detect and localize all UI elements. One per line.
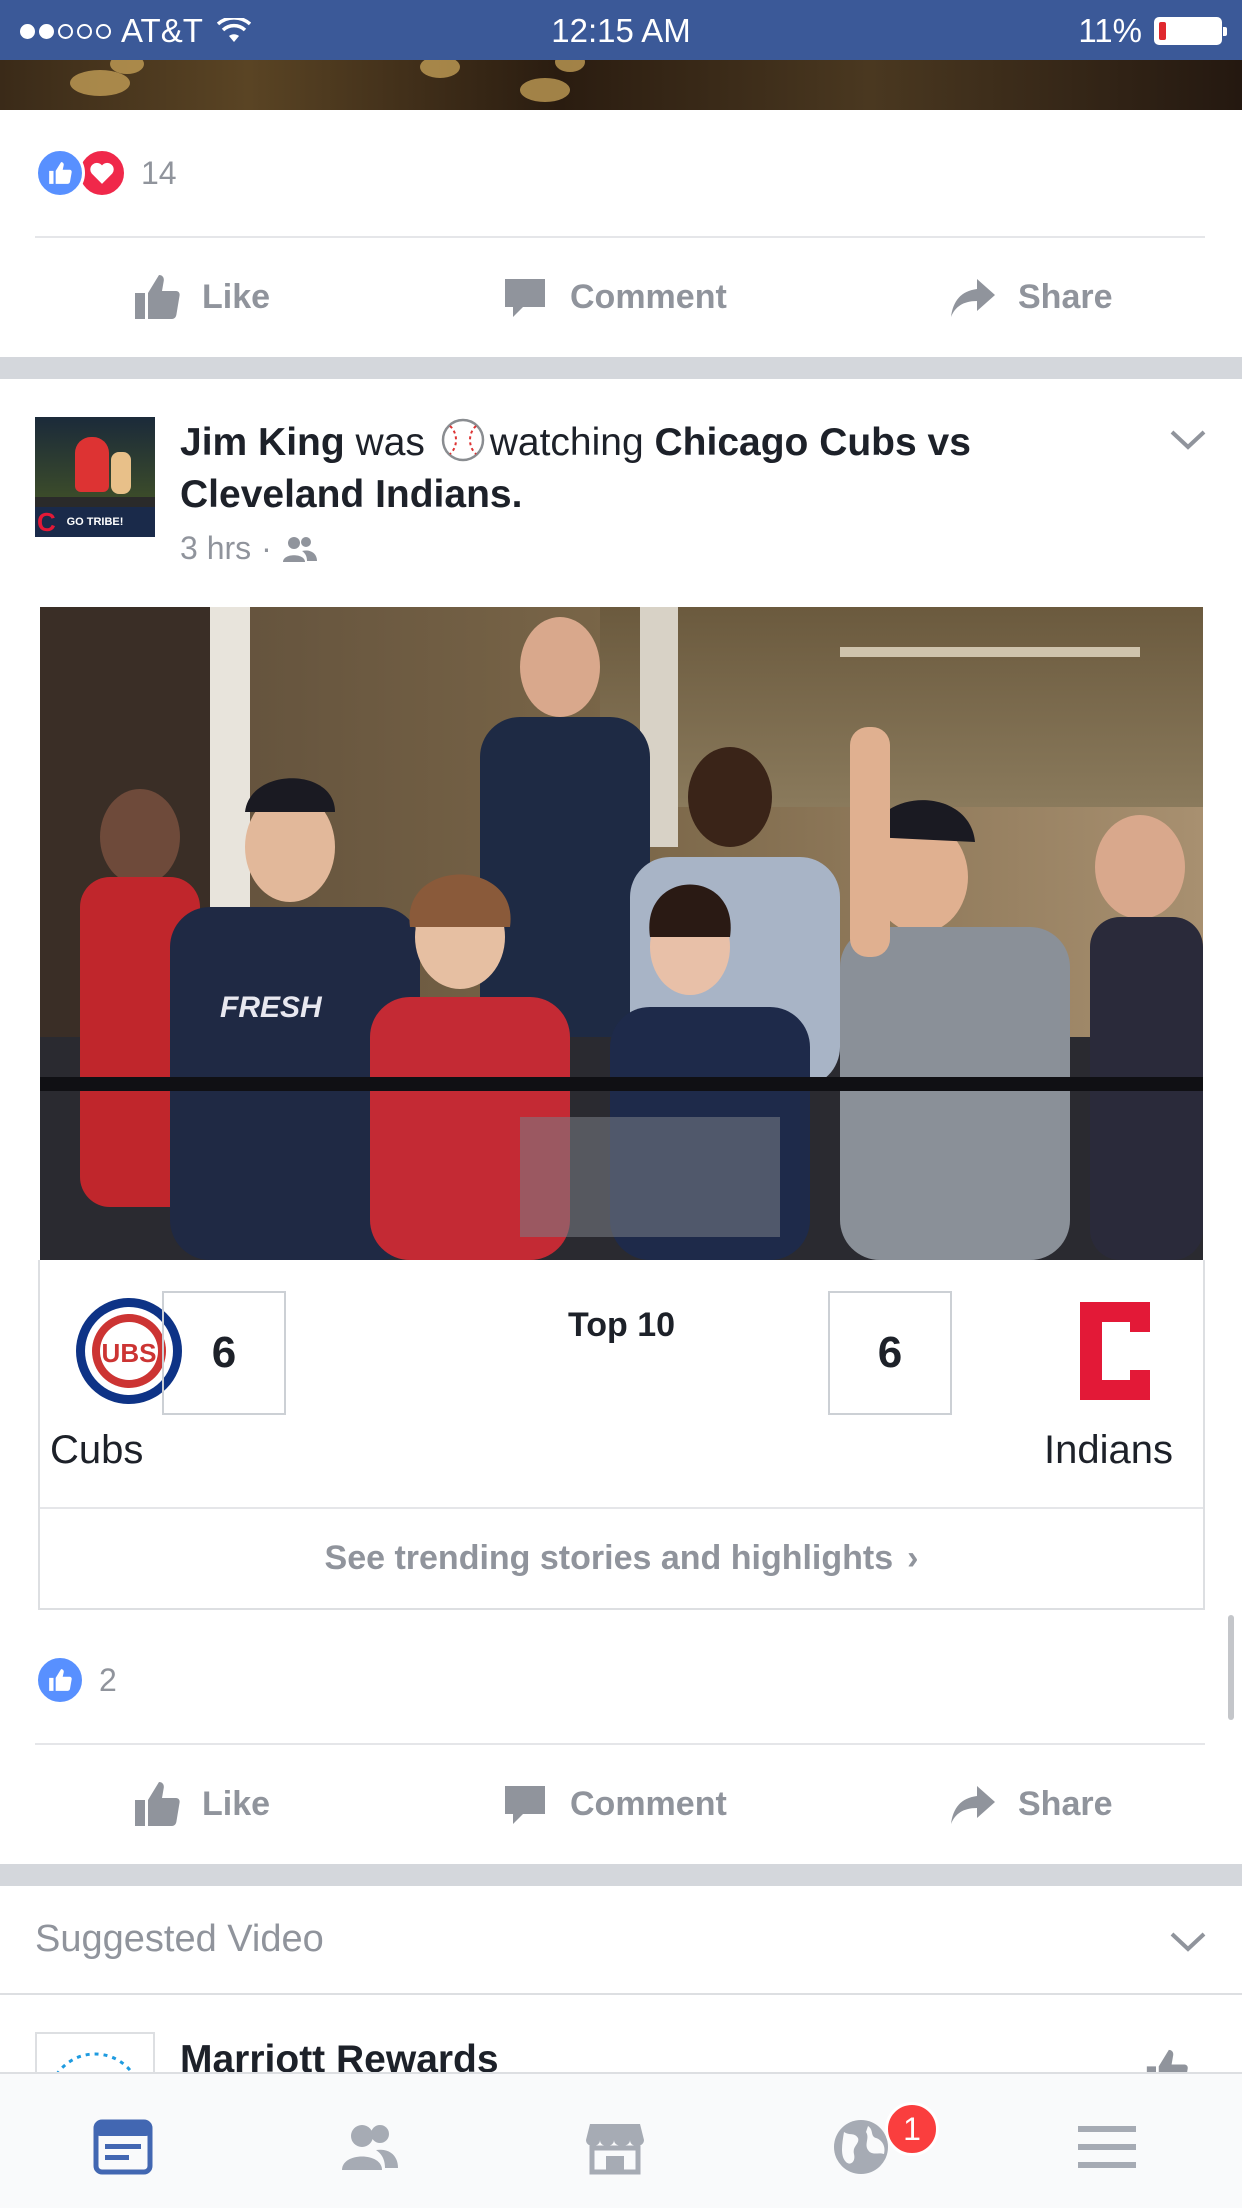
- status-bar: AT&T 12:15 AM 11%: [0, 0, 1242, 60]
- indians-c-icon: C: [37, 507, 56, 537]
- battery-percent: 11%: [1078, 12, 1142, 49]
- battery-icon: [1154, 17, 1227, 45]
- share-arrow-icon: [951, 279, 995, 317]
- crowd-photo-illustration: FRESH: [40, 607, 1203, 1260]
- status-time: 12:15 AM: [551, 12, 691, 49]
- post-meta: 3 hrs ·: [180, 530, 318, 567]
- friends-audience-icon: [282, 536, 317, 562]
- previous-post-action-row: Like Comment Share: [0, 247, 1242, 347]
- like-reaction-icon: [35, 1655, 85, 1705]
- chevron-right-icon: ›: [907, 1539, 919, 1577]
- comment-label: Comment: [570, 1784, 727, 1823]
- post-title: Jim King was watching Chicago Cubs vs Cl…: [180, 417, 1060, 521]
- scoreboard-card[interactable]: UBS 6 Top 10 6 Cubs Indians See trending…: [38, 1260, 1205, 1610]
- reaction-count: 2: [99, 1661, 117, 1698]
- reaction-count: 14: [141, 154, 177, 191]
- bottom-tab-bar: 1: [0, 2072, 1242, 2208]
- verb-was: was: [355, 421, 425, 464]
- meta-separator: ·: [261, 530, 272, 566]
- share-label: Share: [1018, 277, 1113, 316]
- share-button[interactable]: Share: [948, 1754, 1113, 1854]
- trending-stories-link[interactable]: See trending stories and highlights ›: [40, 1507, 1203, 1610]
- marketplace-icon: [586, 2124, 644, 2175]
- scroll-indicator: [1228, 1615, 1234, 1720]
- tab-friends[interactable]: [334, 2112, 404, 2182]
- activity-verb: watching: [489, 421, 644, 464]
- post-options-chevron-icon[interactable]: [1168, 426, 1208, 454]
- like-label: Like: [202, 1784, 271, 1823]
- comment-label: Comment: [570, 277, 727, 316]
- notifications-badge: 1: [885, 2102, 939, 2156]
- divider: [0, 1993, 1242, 1995]
- like-label: Like: [202, 277, 271, 316]
- away-team-name: Cubs: [50, 1428, 144, 1472]
- feed-separator: [0, 357, 1242, 379]
- previous-post-reactions[interactable]: 14: [35, 147, 177, 199]
- author-avatar[interactable]: GO TRIBE! C: [35, 417, 155, 537]
- inning-status: Top 10: [567, 1306, 676, 1344]
- home-team-name: Indians: [1044, 1428, 1173, 1472]
- home-score: 6: [828, 1291, 952, 1415]
- tab-news-feed[interactable]: [88, 2112, 158, 2182]
- post-photo[interactable]: FRESH: [40, 607, 1203, 1260]
- share-arrow-icon: [951, 1786, 995, 1824]
- suggested-options-chevron-icon[interactable]: [1168, 1928, 1208, 1956]
- tab-marketplace[interactable]: [580, 2112, 650, 2182]
- comment-icon: [505, 279, 545, 317]
- hamburger-menu-icon: [1078, 2126, 1136, 2168]
- comment-button[interactable]: Comment: [500, 247, 727, 347]
- like-button[interactable]: Like: [132, 247, 270, 347]
- friends-icon: [342, 2125, 398, 2170]
- status-right: 11%: [1078, 12, 1227, 50]
- svg-text:FRESH: FRESH: [220, 991, 323, 1024]
- share-button[interactable]: Share: [948, 247, 1113, 347]
- author-name[interactable]: Jim King: [180, 421, 345, 464]
- feed-separator: [0, 1864, 1242, 1886]
- post-reactions[interactable]: 2: [35, 1654, 117, 1706]
- share-label: Share: [1018, 1784, 1113, 1823]
- post-timestamp[interactable]: 3 hrs: [180, 530, 251, 567]
- divider: [35, 236, 1205, 238]
- news-feed-icon: [93, 2119, 153, 2175]
- like-reaction-icon: [35, 148, 85, 198]
- divider: [35, 1743, 1205, 1745]
- trending-link-label: See trending stories and highlights: [324, 1539, 894, 1577]
- baseball-icon: [441, 418, 484, 462]
- comment-icon: [505, 1786, 545, 1824]
- globe-icon: [834, 2120, 888, 2174]
- event-title-line2[interactable]: Cleveland Indians.: [180, 473, 522, 516]
- like-button[interactable]: Like: [132, 1754, 270, 1854]
- indians-logo-icon: [1080, 1302, 1150, 1400]
- event-title-line1[interactable]: Chicago Cubs vs: [655, 421, 971, 464]
- tab-menu[interactable]: [1072, 2112, 1142, 2182]
- thumbs-up-icon: [135, 275, 180, 319]
- post-action-row: Like Comment Share: [0, 1754, 1242, 1854]
- suggested-video-heading: Suggested Video: [35, 1918, 324, 1960]
- previous-post-image[interactable]: [0, 60, 1242, 110]
- comment-button[interactable]: Comment: [500, 1754, 727, 1854]
- thumbs-up-icon: [135, 1782, 180, 1826]
